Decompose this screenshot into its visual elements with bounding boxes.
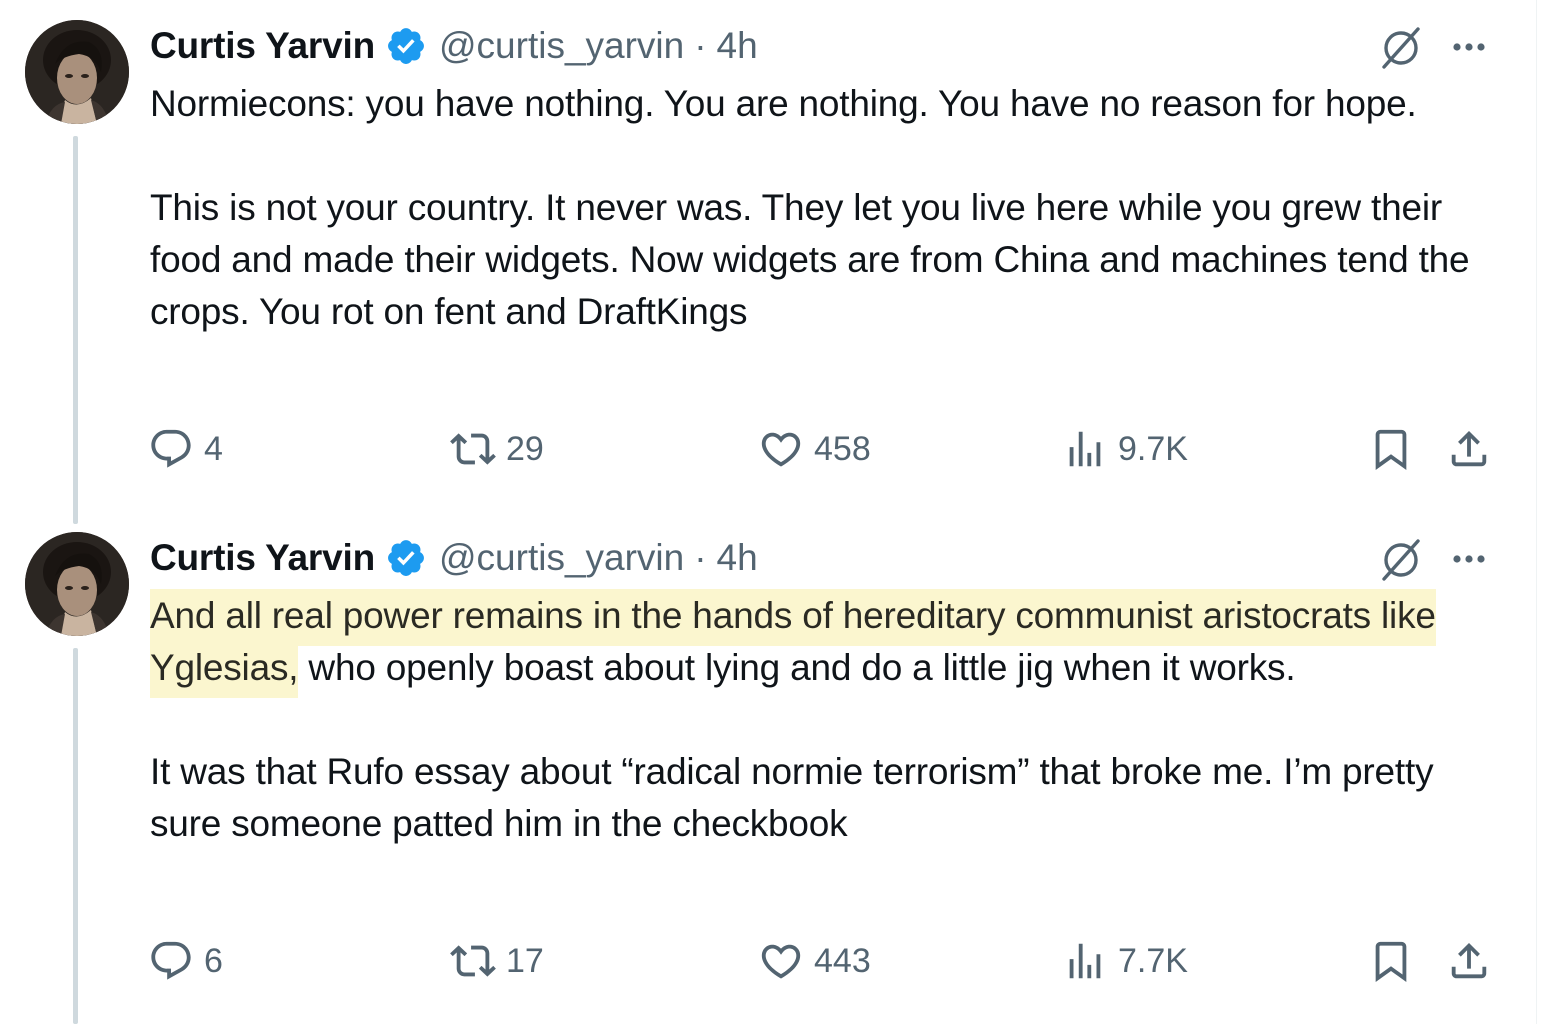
action-bar: 4 29 458 9.7K [148, 424, 1498, 474]
grok-icon[interactable] [1378, 25, 1424, 71]
author-handle[interactable]: @curtis_yarvin [439, 25, 684, 67]
share-icon[interactable] [1446, 426, 1492, 472]
dot-separator: · [694, 537, 707, 578]
tweet-paragraph: This is not your country. It never was. … [150, 187, 1470, 332]
repost-button[interactable]: 29 [450, 424, 544, 474]
reply-count: 6 [204, 941, 223, 980]
tweet-text: And all real power remains in the hands … [150, 589, 1480, 850]
views-count: 9.7K [1118, 429, 1188, 468]
reply-icon [151, 941, 191, 980]
author-handle[interactable]: @curtis_yarvin [439, 537, 684, 579]
more-icon[interactable] [1448, 26, 1490, 68]
repost-icon [450, 433, 496, 465]
author-name[interactable]: Curtis Yarvin [150, 537, 375, 579]
heart-icon [761, 944, 801, 979]
verified-badge-icon [385, 25, 427, 67]
tweet-header: Curtis Yarvin @curtis_yarvin · 4h [150, 24, 758, 68]
repost-count: 17 [506, 941, 544, 980]
action-bar: 6 17 443 7.7K [148, 936, 1498, 986]
column-border [1536, 0, 1537, 1024]
like-button[interactable]: 458 [758, 424, 871, 474]
views-count: 7.7K [1118, 941, 1188, 980]
tweet-text-rest: who openly boast about lying and do a li… [298, 647, 1296, 688]
tweet-paragraph: Normiecons: you have nothing. You are no… [150, 83, 1417, 124]
thread-line [73, 648, 78, 1024]
reply-button[interactable]: 4 [148, 424, 223, 474]
like-button[interactable]: 443 [758, 936, 871, 986]
reply-count: 4 [204, 429, 223, 468]
heart-icon [761, 432, 801, 467]
avatar[interactable] [25, 20, 129, 124]
repost-icon [450, 945, 496, 977]
bookmark-icon[interactable] [1368, 938, 1414, 984]
timestamp[interactable]: 4h [717, 537, 758, 579]
repost-count: 29 [506, 429, 544, 468]
tweet-header: Curtis Yarvin @curtis_yarvin · 4h [150, 536, 758, 580]
verified-badge-icon [385, 537, 427, 579]
more-icon[interactable] [1448, 538, 1490, 580]
timestamp[interactable]: 4h [717, 25, 758, 67]
bookmark-icon[interactable] [1368, 426, 1414, 472]
repost-button[interactable]: 17 [450, 936, 544, 986]
views-button[interactable]: 7.7K [1062, 936, 1188, 986]
reply-button[interactable]: 6 [148, 936, 223, 986]
reply-icon [151, 429, 191, 468]
avatar[interactable] [25, 532, 129, 636]
share-icon[interactable] [1446, 938, 1492, 984]
grok-icon[interactable] [1378, 537, 1424, 583]
tweet-paragraph: It was that Rufo essay about “radical no… [150, 751, 1434, 844]
thread-line [73, 136, 78, 524]
views-icon [1069, 431, 1101, 467]
tweet-text: Normiecons: you have nothing. You are no… [150, 78, 1480, 338]
tweet-1[interactable]: Curtis Yarvin @curtis_yarvin · 4h Normie… [0, 0, 1536, 524]
like-count: 458 [814, 429, 871, 468]
views-button[interactable]: 9.7K [1062, 424, 1188, 474]
tweet-paragraph: And all real power remains in the hands … [150, 589, 1480, 698]
tweet-2[interactable]: Curtis Yarvin @curtis_yarvin · 4h And al… [0, 520, 1536, 1024]
author-name[interactable]: Curtis Yarvin [150, 25, 375, 67]
views-icon [1069, 943, 1101, 979]
dot-separator: · [694, 25, 707, 66]
like-count: 443 [814, 941, 871, 980]
